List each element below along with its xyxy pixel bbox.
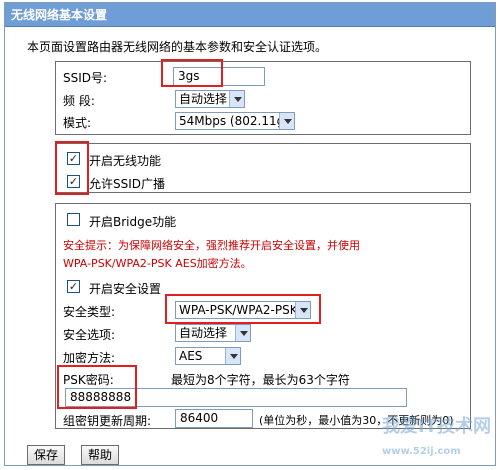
ssid-label: SSID号: [63,71,108,85]
page-description: 本页面设置路由器无线网络的基本参数和安全认证选项。 [27,40,328,54]
help-button[interactable]: 帮助 [81,445,119,465]
chevron-down-icon [279,113,294,129]
chevron-down-icon [235,325,250,341]
ssid-broadcast-label: 允许SSID广播 [89,177,166,191]
chevron-down-icon [225,348,240,364]
encryption-label: 加密方法: [63,351,116,365]
band-select[interactable]: 自动选择 [175,90,245,108]
encryption-select[interactable]: AES [175,347,241,365]
security-type-label: 安全类型: [63,305,116,319]
band-label: 频 段: [63,94,95,108]
enable-wireless-label: 开启无线功能 [89,154,162,168]
site-watermark: 我爱IT技术网 www.52ij.com [382,412,491,459]
enable-security-label: 开启安全设置 [89,282,162,296]
security-warning-line1: 安全提示：为保障网络安全，强烈推荐开启安全设置，并使用 [63,239,360,252]
security-warning-line2: WPA-PSK/WPA2-PSK AES加密方法。 [63,257,252,270]
rekey-period-label: 组密钥更新周期: [63,414,152,428]
enable-security-checkbox[interactable]: ✓ [67,280,80,293]
psk-highlight-box [57,365,137,409]
checkbox-highlight-box [55,141,89,195]
security-type-highlight-box [165,294,321,324]
save-button[interactable]: 保存 [27,445,65,465]
rekey-period-input[interactable]: 86400 [175,409,253,428]
security-option-label: 安全选项: [63,328,116,342]
page-title: 无线网络基本设置 [5,3,495,27]
mode-label: 模式: [63,116,92,130]
settings-panel: 无线网络基本设置 本页面设置路由器无线网络的基本参数和安全认证选项。 SSID号… [4,2,496,466]
mode-select-value: 54Mbps (802.11g) [179,114,289,128]
band-select-value: 自动选择 [179,92,228,106]
watermark-main: 我爱IT技术网 [382,416,491,437]
bridge-checkbox[interactable] [67,213,80,226]
security-option-select[interactable]: 自动选择 [175,324,251,342]
encryption-value: AES [179,349,203,363]
watermark-sub: www.52ij.com [382,446,461,457]
psk-hint: 最短为8个字符，最长为63个字符 [171,373,350,387]
ssid-highlight-box [161,59,223,87]
security-option-value: 自动选择 [179,326,228,340]
chevron-down-icon [229,91,244,107]
bridge-label: 开启Bridge功能 [89,215,177,229]
mode-select[interactable]: 54Mbps (802.11g) [175,112,295,130]
